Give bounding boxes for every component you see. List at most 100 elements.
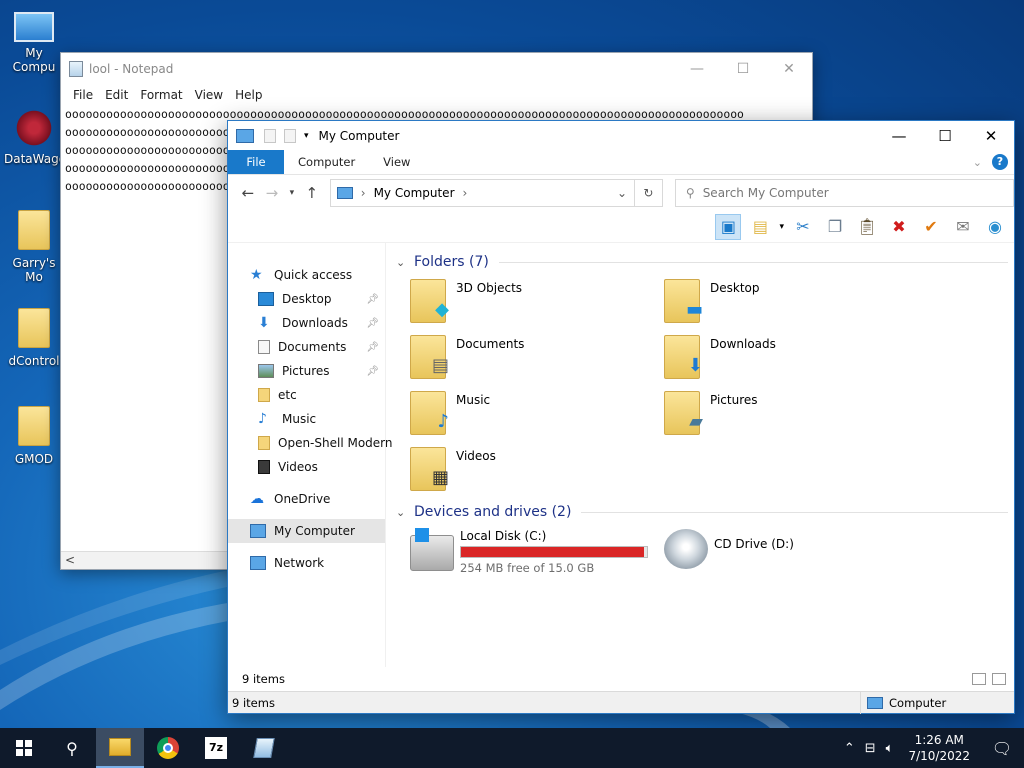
start-button[interactable]: [0, 728, 48, 768]
folder-tile-documents[interactable]: ▤ Documents: [410, 331, 664, 387]
nav-quick-access[interactable]: ★ Quick access: [228, 263, 385, 287]
volume-icon[interactable]: 🔈︎: [881, 741, 899, 756]
music-icon: ♪: [437, 411, 450, 432]
folders-group-header[interactable]: ⌄ Folders (7): [396, 249, 1014, 275]
search-button[interactable]: ⚲: [48, 728, 96, 768]
folder-icon: [18, 308, 50, 348]
taskbar-notepad[interactable]: [240, 728, 288, 768]
folder-tile-downloads[interactable]: ⬇ Downloads: [664, 331, 918, 387]
menu-help[interactable]: Help: [229, 85, 268, 105]
recent-locations-icon[interactable]: ▾: [284, 188, 300, 198]
help-icon[interactable]: ?: [992, 154, 1008, 170]
explorer-titlebar[interactable]: ▾ My Computer — ☐ ✕: [228, 121, 1014, 151]
search-box[interactable]: ⚲ Search My Computer: [674, 179, 1014, 207]
close-button[interactable]: ✕: [766, 53, 812, 85]
breadcrumb-my-computer[interactable]: My Computer: [374, 186, 455, 200]
folder-label: Music: [456, 393, 491, 407]
folder-icon: [18, 406, 50, 446]
clock[interactable]: 1:26 AM 7/10/2022: [898, 732, 980, 764]
close-button[interactable]: ✕: [968, 121, 1014, 151]
folder-tile-videos[interactable]: ▦ Videos: [410, 443, 664, 499]
quick-access-dropdown-icon[interactable]: ▾: [304, 131, 309, 141]
details-view-icon[interactable]: [972, 673, 986, 685]
drive-tile-d[interactable]: CD Drive (D:): [664, 529, 918, 575]
breadcrumb-separator[interactable]: ›: [463, 186, 468, 200]
desktop-icon-dcontrol[interactable]: dControl: [4, 308, 64, 368]
notifications-icon[interactable]: 🗨︎: [980, 739, 1024, 758]
notepad-title: lool - Notepad: [89, 62, 174, 76]
address-bar[interactable]: › My Computer › ⌄: [329, 179, 635, 207]
tab-file[interactable]: File: [228, 150, 284, 174]
folder-tile-3d-objects[interactable]: ◆ 3D Objects: [410, 275, 664, 331]
menu-format[interactable]: Format: [134, 85, 188, 105]
expand-ribbon-icon[interactable]: ⌄: [973, 156, 982, 169]
collapse-chevron-icon[interactable]: ⌄: [396, 506, 410, 519]
refresh-button[interactable]: ↻: [634, 179, 663, 207]
menu-file[interactable]: File: [67, 85, 99, 105]
refresh-icon: ↻: [643, 186, 654, 200]
maximize-button[interactable]: ☐: [922, 121, 968, 151]
drives-group-header[interactable]: ⌄ Devices and drives (2): [396, 499, 1014, 525]
delete-icon[interactable]: ✖: [886, 214, 912, 240]
desktop-icon-gmod[interactable]: GMOD: [4, 406, 64, 466]
new-folder-icon[interactable]: [284, 129, 296, 143]
network-icon[interactable]: ⊟: [860, 741, 881, 756]
clock-date: 7/10/2022: [908, 749, 970, 763]
email-icon[interactable]: ✉: [950, 214, 976, 240]
tab-computer[interactable]: Computer: [284, 150, 369, 174]
desktop-icon-my-computer[interactable]: My Compu: [4, 8, 64, 74]
minimize-button[interactable]: —: [674, 53, 720, 85]
ribbon-tabs: File Computer View ⌄ ?: [228, 150, 1014, 175]
taskbar-7zip[interactable]: 7z: [192, 728, 240, 768]
nav-item-pictures[interactable]: Pictures 📌︎: [228, 359, 385, 383]
collapse-chevron-icon[interactable]: ⌄: [396, 256, 410, 269]
drive-tile-c[interactable]: Local Disk (C:) 254 MB free of 15.0 GB: [410, 528, 664, 575]
navigation-pane-icon[interactable]: ▣: [715, 213, 742, 240]
folder-tile-desktop[interactable]: ▬ Desktop: [664, 275, 918, 331]
nav-item-open-shell-modern[interactable]: Open-Shell Modern: [228, 431, 393, 455]
dropdown-icon[interactable]: ▾: [779, 222, 784, 232]
minimize-button[interactable]: —: [876, 121, 922, 151]
paste-icon[interactable]: 📋︎: [854, 214, 880, 240]
properties-icon[interactable]: [264, 129, 276, 143]
taskbar-chrome[interactable]: [144, 728, 192, 768]
search-icon: ⚲: [66, 738, 78, 758]
nav-item-etc[interactable]: etc: [228, 383, 385, 407]
breadcrumb-separator: ›: [360, 186, 366, 200]
scroll-left-arrow[interactable]: <: [65, 553, 75, 567]
rename-check-icon[interactable]: ✔: [918, 214, 944, 240]
forward-arrow-icon[interactable]: →: [260, 184, 284, 202]
nav-network[interactable]: Network: [228, 551, 385, 575]
menu-view[interactable]: View: [189, 85, 229, 105]
desktop-icon-datawagon[interactable]: DataWago: [4, 108, 66, 166]
tab-view[interactable]: View: [369, 150, 424, 174]
folder-tile-pictures[interactable]: ▰ Pictures: [664, 387, 918, 443]
nav-my-computer[interactable]: My Computer: [228, 519, 385, 543]
music-icon: ♪: [258, 411, 267, 427]
notepad-titlebar[interactable]: lool - Notepad — ☐ ✕: [61, 53, 812, 85]
properties-folder-icon[interactable]: ▤: [747, 214, 773, 240]
folder-tile-music[interactable]: ♪ Music: [410, 387, 664, 443]
nav-item-videos[interactable]: Videos: [228, 455, 385, 479]
folder-icon: ▦: [410, 447, 449, 491]
large-icons-view-icon[interactable]: [992, 673, 1006, 685]
explorer-window[interactable]: ▾ My Computer — ☐ ✕ File Computer View ⌄…: [227, 120, 1015, 714]
copy-icon[interactable]: ❐: [822, 214, 848, 240]
show-hidden-icons-chevron-icon[interactable]: ⌃: [839, 741, 860, 756]
menu-edit[interactable]: Edit: [99, 85, 134, 105]
datawagon-icon: [14, 108, 54, 148]
back-arrow-icon[interactable]: ←: [236, 184, 260, 202]
nav-item-documents[interactable]: Documents 📌︎: [228, 335, 385, 359]
nav-item-downloads[interactable]: ⬇ Downloads 📌︎: [228, 311, 385, 335]
cut-icon[interactable]: ✂: [790, 214, 816, 240]
document-icon: [258, 340, 270, 354]
desktop-icon-garrys-mod[interactable]: Garry's Mo: [4, 210, 64, 284]
nav-item-music[interactable]: ♪ Music: [228, 407, 385, 431]
maximize-button[interactable]: ☐: [720, 53, 766, 85]
up-arrow-icon[interactable]: ↑: [300, 184, 324, 202]
taskbar-file-explorer[interactable]: [96, 728, 144, 768]
address-dropdown-icon[interactable]: ⌄: [610, 186, 634, 200]
nav-item-desktop[interactable]: Desktop 📌︎: [228, 287, 385, 311]
globe-icon[interactable]: ◉: [982, 214, 1008, 240]
nav-onedrive[interactable]: ☁ OneDrive: [228, 487, 385, 511]
